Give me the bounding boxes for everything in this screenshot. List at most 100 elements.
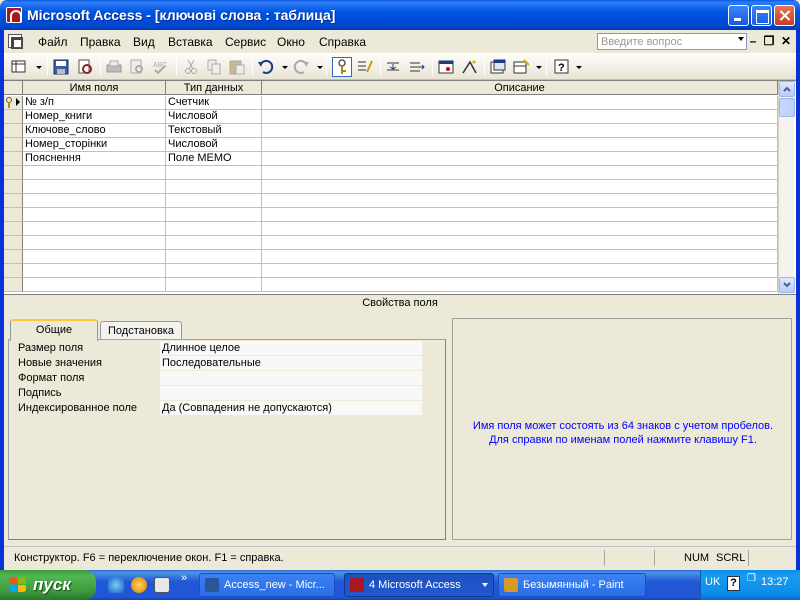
redo-icon[interactable] xyxy=(292,58,310,76)
data-type-cell[interactable]: Текстовый xyxy=(166,124,262,138)
field-name-cell[interactable] xyxy=(23,194,166,208)
menu-window[interactable]: Окно xyxy=(277,35,305,49)
close-button[interactable] xyxy=(774,5,795,26)
column-header-data-type[interactable]: Тип данных xyxy=(166,81,262,95)
mdi-restore-button[interactable]: ❐ xyxy=(762,34,776,48)
redo-dropdown-icon[interactable] xyxy=(317,66,323,69)
properties-icon[interactable] xyxy=(437,58,455,76)
property-value-field[interactable]: Да (Совпадения не допускаются) xyxy=(160,401,422,416)
scroll-thumb[interactable] xyxy=(779,98,795,117)
property-value-field[interactable] xyxy=(160,371,422,386)
menu-edit[interactable]: Правка xyxy=(80,35,121,49)
row-selector[interactable] xyxy=(4,208,23,222)
task-button-word[interactable]: Access_new - Micr... xyxy=(199,573,335,597)
menu-insert[interactable]: Вставка xyxy=(168,35,213,49)
description-cell[interactable] xyxy=(262,194,778,208)
row-selector[interactable] xyxy=(4,250,23,264)
data-type-cell[interactable] xyxy=(166,264,262,278)
chevron-down-icon[interactable] xyxy=(738,37,744,41)
field-name-cell[interactable]: Пояснення xyxy=(23,152,166,166)
help-dropdown-icon[interactable] xyxy=(576,66,582,69)
spelling-icon[interactable]: ABC xyxy=(151,58,169,76)
table-row[interactable] xyxy=(4,180,778,194)
field-name-cell[interactable]: Ключове_слово xyxy=(23,124,166,138)
table-row[interactable] xyxy=(4,250,778,264)
delete-rows-icon[interactable] xyxy=(408,58,426,76)
description-cell[interactable] xyxy=(262,236,778,250)
field-name-cell[interactable] xyxy=(23,278,166,292)
table-row[interactable]: Пояснення Поле МЕМО xyxy=(4,152,778,166)
internet-explorer-icon[interactable] xyxy=(108,577,124,593)
row-selector[interactable] xyxy=(4,110,23,124)
table-row[interactable] xyxy=(4,222,778,236)
data-type-cell[interactable]: Поле МЕМО xyxy=(166,152,262,166)
data-type-cell[interactable] xyxy=(166,236,262,250)
scroll-down-button[interactable] xyxy=(779,277,795,293)
tab-lookup[interactable]: Подстановка xyxy=(100,321,182,341)
data-type-cell[interactable]: Счетчик xyxy=(166,96,262,110)
column-header-description[interactable]: Описание xyxy=(262,81,778,95)
description-cell[interactable] xyxy=(262,250,778,264)
table-row[interactable]: Номер_сторінки Числовой xyxy=(4,138,778,152)
field-name-cell[interactable] xyxy=(23,208,166,222)
view-dropdown-icon[interactable] xyxy=(36,66,42,69)
print-icon[interactable] xyxy=(105,58,123,76)
field-name-cell[interactable]: № з/п xyxy=(23,96,166,110)
row-selector[interactable] xyxy=(4,180,23,194)
cut-icon[interactable] xyxy=(182,58,200,76)
data-type-cell[interactable] xyxy=(166,166,262,180)
insert-rows-icon[interactable] xyxy=(385,58,403,76)
property-value-field[interactable]: Длинное целое xyxy=(160,341,422,356)
table-row[interactable] xyxy=(4,236,778,250)
new-object-icon[interactable] xyxy=(512,58,530,76)
description-cell[interactable] xyxy=(262,278,778,292)
indexes-icon[interactable] xyxy=(356,58,374,76)
menu-tools[interactable]: Сервис xyxy=(225,35,266,49)
data-type-cell[interactable] xyxy=(166,208,262,222)
field-name-cell[interactable]: Номер_книги xyxy=(23,110,166,124)
file-search-icon[interactable] xyxy=(76,58,94,76)
table-row[interactable]: Номер_книги Числовой xyxy=(4,110,778,124)
description-cell[interactable] xyxy=(262,138,778,152)
database-window-icon[interactable] xyxy=(489,58,507,76)
task-button-access[interactable]: 4 Microsoft Access xyxy=(344,573,494,597)
description-cell[interactable] xyxy=(262,264,778,278)
row-selector[interactable] xyxy=(4,138,23,152)
task-button-paint[interactable]: Безымянный - Paint xyxy=(498,573,646,597)
property-value-field[interactable] xyxy=(160,386,422,401)
field-name-cell[interactable] xyxy=(23,264,166,278)
mdi-close-button[interactable]: ✕ xyxy=(779,34,793,48)
table-row[interactable] xyxy=(4,208,778,222)
property-value-field[interactable]: Последовательные xyxy=(160,356,422,371)
table-row[interactable] xyxy=(4,166,778,180)
field-name-cell[interactable] xyxy=(23,236,166,250)
table-design-icon[interactable] xyxy=(8,34,23,49)
field-name-cell[interactable]: Номер_сторінки xyxy=(23,138,166,152)
scroll-up-button[interactable] xyxy=(779,81,795,97)
row-selector[interactable] xyxy=(4,194,23,208)
description-cell[interactable] xyxy=(262,110,778,124)
table-row[interactable] xyxy=(4,264,778,278)
undo-dropdown-icon[interactable] xyxy=(282,66,288,69)
row-selector[interactable] xyxy=(4,166,23,180)
menu-view[interactable]: Вид xyxy=(133,35,155,49)
help-tray-icon[interactable]: ? xyxy=(727,576,740,591)
description-cell[interactable] xyxy=(262,166,778,180)
quick-launch-chevron-icon[interactable]: » xyxy=(181,572,187,584)
restore-tray-icon[interactable]: ❐ xyxy=(747,573,756,584)
description-cell[interactable] xyxy=(262,96,778,110)
row-selector[interactable] xyxy=(4,222,23,236)
row-selector[interactable] xyxy=(4,152,23,166)
tab-general[interactable]: Общие xyxy=(10,319,98,341)
data-type-cell[interactable]: Числовой xyxy=(166,110,262,124)
description-cell[interactable] xyxy=(262,208,778,222)
maximize-button[interactable] xyxy=(751,5,772,26)
row-selector[interactable] xyxy=(4,96,23,110)
grid-vertical-scrollbar[interactable] xyxy=(778,81,795,295)
group-dropdown-icon[interactable] xyxy=(482,583,488,587)
description-cell[interactable] xyxy=(262,180,778,194)
table-row[interactable]: № з/п Счетчик xyxy=(4,96,778,110)
description-cell[interactable] xyxy=(262,152,778,166)
mdi-minimize-button[interactable]: – xyxy=(746,34,760,48)
row-selector[interactable] xyxy=(4,264,23,278)
